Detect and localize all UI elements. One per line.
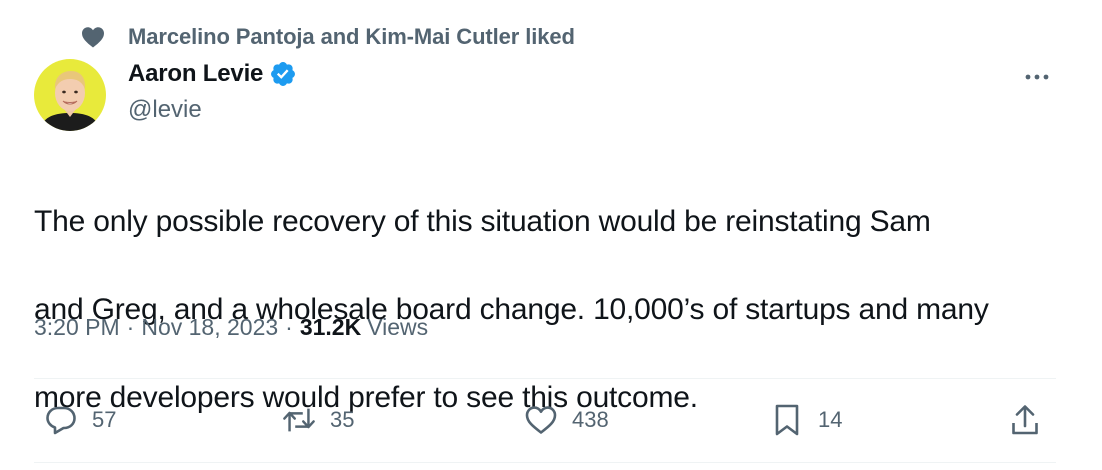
like-count: 438 [572,407,609,432]
separator-dot: · [126,314,135,340]
views-label[interactable]: Views [367,314,428,341]
bookmark-button[interactable]: 14 [770,396,842,444]
views-count[interactable]: 31.2K [300,314,361,341]
tweet-date[interactable]: Nov 18, 2023 [141,314,278,341]
tweet-metadata: 3:20 PM · Nov 18, 2023 · 31.2K Views [34,314,428,341]
separator-dot: · [285,314,293,340]
reply-count: 57 [92,407,117,432]
social-context: Marcelino Pantoja and Kim-Mai Cutler lik… [80,22,575,52]
like-heart-icon [524,403,558,437]
author-handle[interactable]: @levie [128,96,202,124]
verified-badge-icon[interactable] [269,60,297,88]
social-context-text[interactable]: Marcelino Pantoja and Kim-Mai Cutler lik… [128,24,575,50]
author-display-name[interactable]: Aaron Levie [128,60,263,88]
share-button[interactable] [1008,396,1042,444]
tweet-card[interactable]: Marcelino Pantoja and Kim-Mai Cutler lik… [0,0,1102,470]
bookmark-count: 14 [818,407,843,432]
more-options-icon[interactable] [1022,62,1052,92]
reply-button[interactable]: 57 [44,396,116,444]
retweet-icon [282,403,316,437]
share-icon [1008,403,1042,437]
like-button[interactable]: 438 [524,396,609,444]
tweet-text-line: The only possible recovery of this situa… [34,205,931,238]
action-bar: 57 35 438 14 [34,396,1064,444]
retweet-count: 35 [330,407,355,432]
tweet-time[interactable]: 3:20 PM [34,314,120,341]
author-name-row: Aaron Levie [128,60,297,88]
divider [34,462,1056,463]
retweet-button[interactable]: 35 [282,396,354,444]
reply-icon [44,403,78,437]
divider [34,378,1056,379]
bookmark-icon [770,403,804,437]
avatar[interactable] [34,59,106,131]
heart-icon [80,24,106,50]
